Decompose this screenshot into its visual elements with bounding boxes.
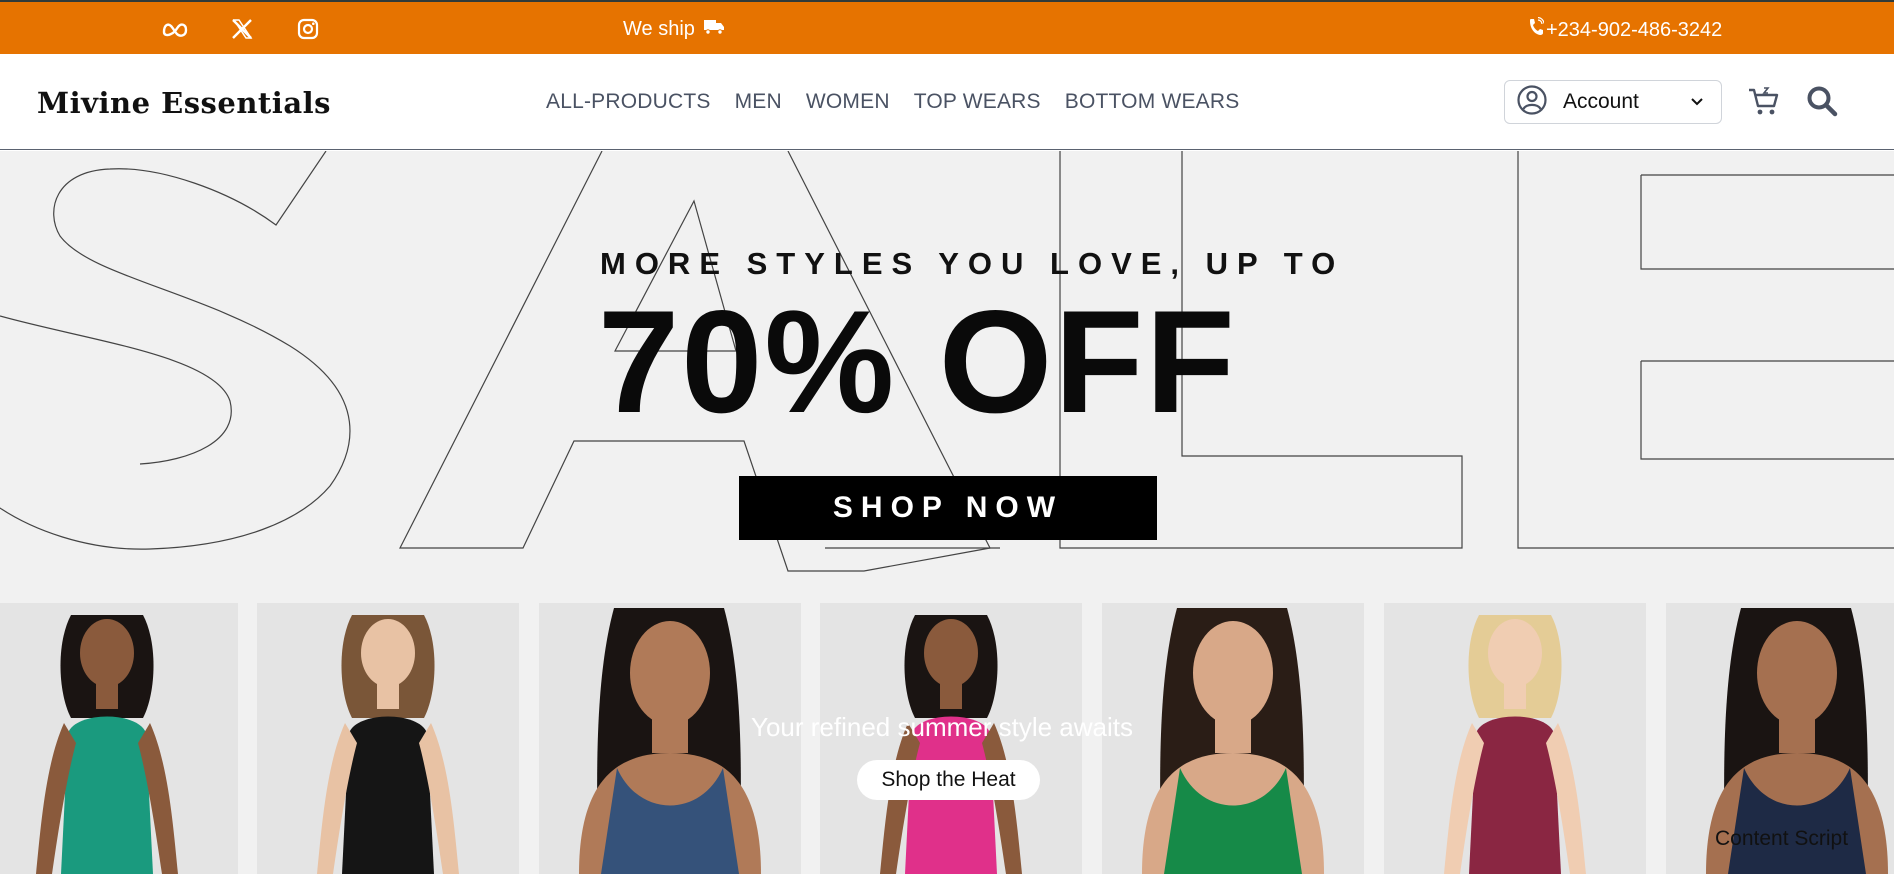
- phone-contact[interactable]: +234-902-486-3242: [1528, 16, 1723, 43]
- shipping-notice: We ship: [623, 17, 725, 41]
- hero-banner: MORE STYLES YOU LOVE, UP TO 70% OFF SHOP…: [0, 151, 1894, 874]
- cart-icon[interactable]: [1747, 84, 1781, 123]
- nav-menu: ALL-PRODUCTS MEN WOMEN TOP WEARS BOTTOM …: [546, 90, 1239, 114]
- model-figure: [1444, 615, 1586, 874]
- hero-tagline: Your refined summer style awaits: [751, 712, 1133, 742]
- user-circle-icon: [1517, 84, 1547, 120]
- model-photo[interactable]: [1384, 603, 1646, 874]
- model-figure: [317, 615, 459, 874]
- shop-the-heat-button[interactable]: Shop the Heat: [857, 760, 1040, 800]
- promo-top-bar: We ship +234-902-486-3242: [0, 0, 1894, 54]
- meta-icon[interactable]: [160, 14, 190, 44]
- phone-icon: [1528, 16, 1545, 43]
- shipping-text: We ship: [623, 17, 695, 40]
- nav-bottom-wears[interactable]: BOTTOM WEARS: [1065, 90, 1240, 114]
- hero-subheading: MORE STYLES YOU LOVE, UP TO: [600, 246, 1345, 281]
- main-navigation: Mivine Essentials ALL-PRODUCTS MEN WOMEN…: [0, 54, 1894, 150]
- account-dropdown[interactable]: Account: [1504, 80, 1722, 124]
- nav-women[interactable]: WOMEN: [806, 90, 890, 114]
- nav-men[interactable]: MEN: [735, 90, 782, 114]
- account-label: Account: [1563, 90, 1639, 113]
- instagram-icon[interactable]: [293, 14, 323, 44]
- shop-now-button[interactable]: SHOP NOW: [739, 476, 1157, 540]
- content-script-label: Content Script: [1715, 827, 1849, 850]
- search-icon[interactable]: [1806, 85, 1838, 122]
- model-photo[interactable]: [1102, 603, 1364, 874]
- model-photo[interactable]: [257, 603, 519, 874]
- chevron-down-icon: [1689, 93, 1705, 114]
- brand-logo[interactable]: Mivine Essentials: [37, 86, 331, 120]
- nav-all-products[interactable]: ALL-PRODUCTS: [546, 90, 711, 114]
- truck-icon: [703, 17, 725, 41]
- model-figure: [1142, 608, 1324, 874]
- x-twitter-icon[interactable]: [227, 14, 257, 44]
- model-photo[interactable]: [0, 603, 238, 874]
- phone-number: +234-902-486-3242: [1546, 18, 1723, 41]
- hero-heading: 70% OFF: [598, 280, 1237, 443]
- model-figure: [36, 615, 178, 874]
- nav-top-wears[interactable]: TOP WEARS: [914, 90, 1041, 114]
